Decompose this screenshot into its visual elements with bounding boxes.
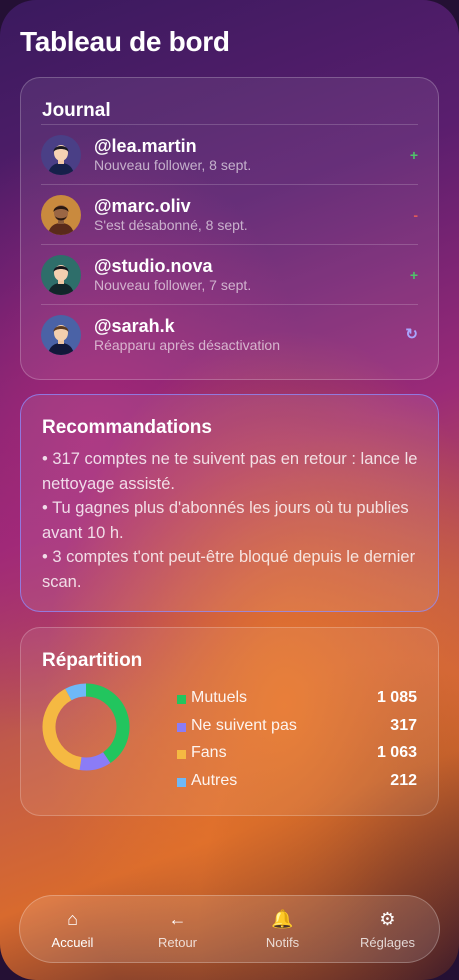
donut-slice-autres [65, 683, 87, 701]
journal-item[interactable]: @sarah.k Réapparu après désactivation ↻ [41, 304, 418, 364]
legend-item: Fans 1 063 [177, 742, 417, 770]
journal-detail: Réapparu après désactivation [94, 337, 281, 353]
legend-label: Ne suivent pas [191, 716, 297, 734]
recommendations-card: Recommandations • 317 comptes ne te suiv… [20, 394, 439, 612]
nav-item-reglages[interactable]: ⚙ Réglages [335, 896, 440, 964]
legend-item: Ne suivent pas 317 [177, 715, 417, 743]
avatar [41, 255, 81, 295]
nav-item-accueil[interactable]: ⌂ Accueil [20, 896, 125, 964]
recommendations-list: • 317 comptes ne te suivent pas en retou… [42, 447, 420, 594]
journal-list: @lea.martin Nouveau follower, 8 sept. + … [41, 124, 418, 364]
home-icon: ⌂ [67, 909, 78, 929]
journal-handle: @sarah.k [94, 316, 175, 336]
avatar [41, 135, 81, 175]
journal-detail: Nouveau follower, 7 sept. [94, 277, 252, 293]
legend-swatch [177, 722, 186, 732]
journal-detail: S'est désabonné, 8 sept. [94, 217, 248, 233]
nav-label: Retour [157, 935, 198, 950]
app-screen: Tableau de bord Journal @lea.martin Nouv… [0, 0, 459, 980]
bell-icon: 🔔 [271, 909, 294, 929]
legend-swatch [177, 695, 186, 704]
recommendations-title: Recommandations [42, 417, 212, 438]
journal-card: Journal @lea.martin Nouveau follower, 8 … [20, 77, 439, 380]
journal-title: Journal [42, 100, 111, 121]
gear-icon: ⚙ [379, 909, 396, 929]
nav-label: Accueil [51, 935, 94, 950]
legend-swatch [177, 750, 186, 760]
recommendation-item: • Tu gagnes plus d'abonnés les jours où … [42, 499, 409, 542]
legend-value: 317 [390, 716, 417, 734]
legend-item: Mutuels 1 085 [177, 687, 417, 715]
legend-value: 1 085 [376, 689, 417, 706]
journal-item[interactable]: @marc.oliv S'est désabonné, 8 sept. - [41, 184, 418, 244]
recommendation-item: • 317 comptes ne te suivent pas en retou… [42, 450, 418, 493]
legend-value: 212 [390, 771, 417, 789]
minus-icon: - [413, 207, 418, 223]
journal-handle: @marc.oliv [94, 196, 191, 216]
legend-value: 1 063 [376, 744, 417, 762]
legend-label: Autres [191, 771, 238, 789]
plus-icon: + [409, 267, 418, 283]
journal-handle: @lea.martin [94, 136, 197, 156]
journal-handle: @studio.nova [94, 256, 213, 276]
refresh-icon: ↻ [405, 326, 418, 343]
avatar [41, 315, 81, 355]
nav-item-retour[interactable]: ← Retour [125, 896, 230, 964]
legend-item: Autres 212 [177, 770, 417, 798]
nav-label: Réglages [360, 935, 415, 950]
legend-swatch [177, 777, 186, 787]
repartition-title: Répartition [42, 650, 143, 671]
chart-legend: Mutuels 1 085 Ne suivent pas 317 Fans 1 … [177, 687, 417, 797]
back-arrow-icon: ← [168, 909, 187, 929]
avatar [41, 195, 81, 235]
journal-item[interactable]: @lea.martin Nouveau follower, 8 sept. + [41, 124, 418, 184]
journal-item[interactable]: @studio.nova Nouveau follower, 7 sept. + [41, 244, 418, 304]
donut-chart [42, 683, 130, 771]
repartition-card: Répartition Mutuels 1 085 Ne suivent pas… [20, 627, 439, 816]
journal-detail: Nouveau follower, 8 sept. [94, 157, 252, 173]
legend-label: Mutuels [191, 689, 248, 706]
donut-slice-mutuels [85, 683, 130, 764]
donut-slice-ne-suivent-pas [79, 752, 111, 771]
nav-label: Notifs [265, 935, 300, 950]
bottom-nav: ⌂ Accueil ← Retour 🔔 Notifs ⚙ Réglages [19, 895, 440, 963]
legend-label: Fans [191, 744, 227, 762]
nav-item-notifs[interactable]: 🔔 Notifs [230, 896, 335, 964]
plus-icon: + [409, 147, 418, 163]
recommendation-item: • 3 comptes t'ont peut-être bloqué depui… [42, 548, 416, 591]
page-title: Tableau de bord [20, 26, 230, 57]
donut-slice-fans [42, 688, 82, 771]
